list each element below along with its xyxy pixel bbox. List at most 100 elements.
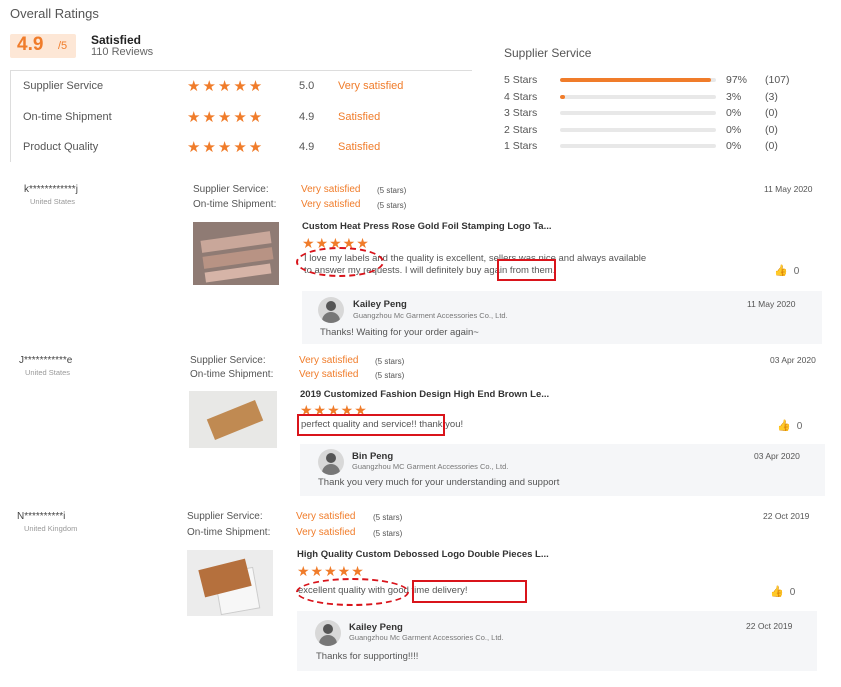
rating-text: Satisfied: [338, 111, 381, 123]
product-image[interactable]: [189, 391, 277, 448]
star-progress-bar: [560, 95, 716, 99]
like-button[interactable]: 👍 0: [770, 585, 795, 598]
rating-value: 4.9: [299, 111, 315, 123]
reply-text: Thank you very much for your understandi…: [318, 477, 560, 488]
rating-name: Product Quality: [23, 141, 99, 153]
shipment-value: Very satisfied: [301, 199, 361, 210]
rating-name: Supplier Service: [23, 80, 104, 92]
supplier-service-stars: (5 stars): [373, 513, 403, 522]
product-image[interactable]: [193, 222, 279, 285]
supplier-service-stars: (5 stars): [377, 186, 407, 195]
rating-row-quality: Product Quality ★★★★★ 4.9 Satisfied: [23, 138, 473, 158]
reviewer-country: United Kingdom: [24, 524, 78, 533]
reviewer-country: United States: [25, 368, 71, 377]
star-progress-fill: [560, 78, 712, 82]
annotation-box: [297, 414, 445, 436]
overall-score: 4.9: [17, 34, 44, 55]
reply-avatar: [318, 297, 344, 323]
supplier-service-label: Supplier Service:: [193, 184, 269, 195]
shipment-label: On-time Shipment:: [190, 369, 274, 380]
star-progress-bar: [560, 111, 716, 115]
supplier-service-value: Very satisfied: [301, 184, 361, 195]
like-count: 0: [793, 266, 800, 277]
star-percent: 3%: [726, 91, 742, 103]
star-percent: 0%: [726, 124, 742, 136]
like-count: 0: [796, 421, 803, 432]
thumbs-up-icon: 👍: [774, 265, 788, 277]
product-title[interactable]: High Quality Custom Debossed Logo Double…: [297, 549, 549, 560]
star-progress-fill: [560, 95, 565, 99]
reply-date: 22 Oct 2019: [746, 621, 793, 631]
star-progress-bar: [560, 78, 716, 82]
reply-company: Guangzhou Mc Garment Accessories Co., Lt…: [349, 633, 504, 642]
star-level-label: 2 Stars: [504, 124, 538, 136]
reply-date: 11 May 2020: [747, 299, 796, 309]
star-level-label: 4 Stars: [504, 91, 538, 103]
reply-name: Kailey Peng: [353, 299, 407, 310]
rating-stars: ★★★★★: [187, 109, 265, 126]
reply-date: 03 Apr 2020: [754, 451, 800, 461]
star-level-label: 1 Stars: [504, 140, 538, 152]
like-button[interactable]: 👍 0: [777, 419, 802, 432]
rating-text: Satisfied: [338, 141, 381, 153]
reply-company: Guangzhou MC Garment Accessories Co., Lt…: [352, 462, 509, 471]
rating-row-supplier: Supplier Service ★★★★★ 5.0 Very satisfie…: [23, 77, 473, 97]
shipment-label: On-time Shipment:: [193, 199, 277, 210]
shipment-stars: (5 stars): [377, 201, 407, 210]
star-breakdown-row: 4 Stars 3% (3): [504, 90, 824, 104]
reply-name: Bin Peng: [352, 451, 394, 462]
star-percent: 0%: [726, 107, 742, 119]
reply-avatar: [315, 620, 341, 646]
supplier-service-stars: (5 stars): [375, 357, 405, 366]
thumbs-up-icon: 👍: [777, 420, 791, 432]
like-count: 0: [789, 587, 796, 598]
reviewer-country: United States: [30, 197, 76, 206]
overall-score-max: /5: [58, 40, 68, 52]
overall-ratings-title: Overall Ratings: [10, 6, 99, 21]
product-title[interactable]: 2019 Customized Fashion Design High End …: [300, 389, 549, 400]
star-breakdown-row: 2 Stars 0% (0): [504, 123, 824, 137]
annotation-box: [412, 580, 527, 603]
star-progress-bar: [560, 128, 716, 132]
rating-value: 4.9: [299, 141, 315, 153]
star-breakdown-row: 1 Stars 0% (0): [504, 139, 824, 153]
shipment-value: Very satisfied: [296, 527, 356, 538]
star-progress-bar: [560, 144, 716, 148]
reply-name: Kailey Peng: [349, 622, 403, 633]
rating-text: Very satisfied: [338, 80, 404, 92]
rating-stars: ★★★★★: [187, 78, 265, 95]
annotation-ellipse: [296, 578, 409, 606]
annotation-ellipse: [296, 247, 384, 277]
product-title[interactable]: Custom Heat Press Rose Gold Foil Stampin…: [302, 221, 552, 232]
review-date: 03 Apr 2020: [770, 355, 816, 365]
review-date: 22 Oct 2019: [763, 511, 810, 521]
product-image[interactable]: [187, 550, 273, 616]
shipment-stars: (5 stars): [373, 529, 403, 538]
reviewer-name: J***********e: [19, 355, 73, 366]
star-count: (0): [765, 107, 778, 119]
reply-company: Guangzhou Mc Garment Accessories Co., Lt…: [353, 311, 508, 320]
star-count: (107): [765, 74, 790, 86]
rating-value: 5.0: [299, 80, 315, 92]
star-count: (3): [765, 91, 778, 103]
annotation-box: [497, 259, 556, 281]
supplier-service-label: Supplier Service:: [190, 355, 266, 366]
rating-row-shipment: On-time Shipment ★★★★★ 4.9 Satisfied: [23, 108, 473, 128]
star-level-label: 5 Stars: [504, 74, 538, 86]
star-breakdown-row: 5 Stars 97% (107): [504, 73, 824, 87]
star-level-label: 3 Stars: [504, 107, 538, 119]
supplier-service-label: Supplier Service:: [187, 511, 263, 522]
rating-name: On-time Shipment: [23, 111, 112, 123]
shipment-label: On-time Shipment:: [187, 527, 271, 538]
rating-stars: ★★★★★: [187, 139, 265, 156]
star-percent: 0%: [726, 140, 742, 152]
star-count: (0): [765, 140, 778, 152]
supplier-service-value: Very satisfied: [296, 511, 356, 522]
reviewer-name: k************j: [24, 184, 78, 195]
thumbs-up-icon: 👍: [770, 586, 784, 598]
star-count: (0): [765, 124, 778, 136]
shipment-stars: (5 stars): [375, 371, 405, 380]
like-button[interactable]: 👍 0: [774, 264, 799, 277]
review-count: 110 Reviews: [91, 46, 154, 58]
supplier-service-value: Very satisfied: [299, 355, 359, 366]
